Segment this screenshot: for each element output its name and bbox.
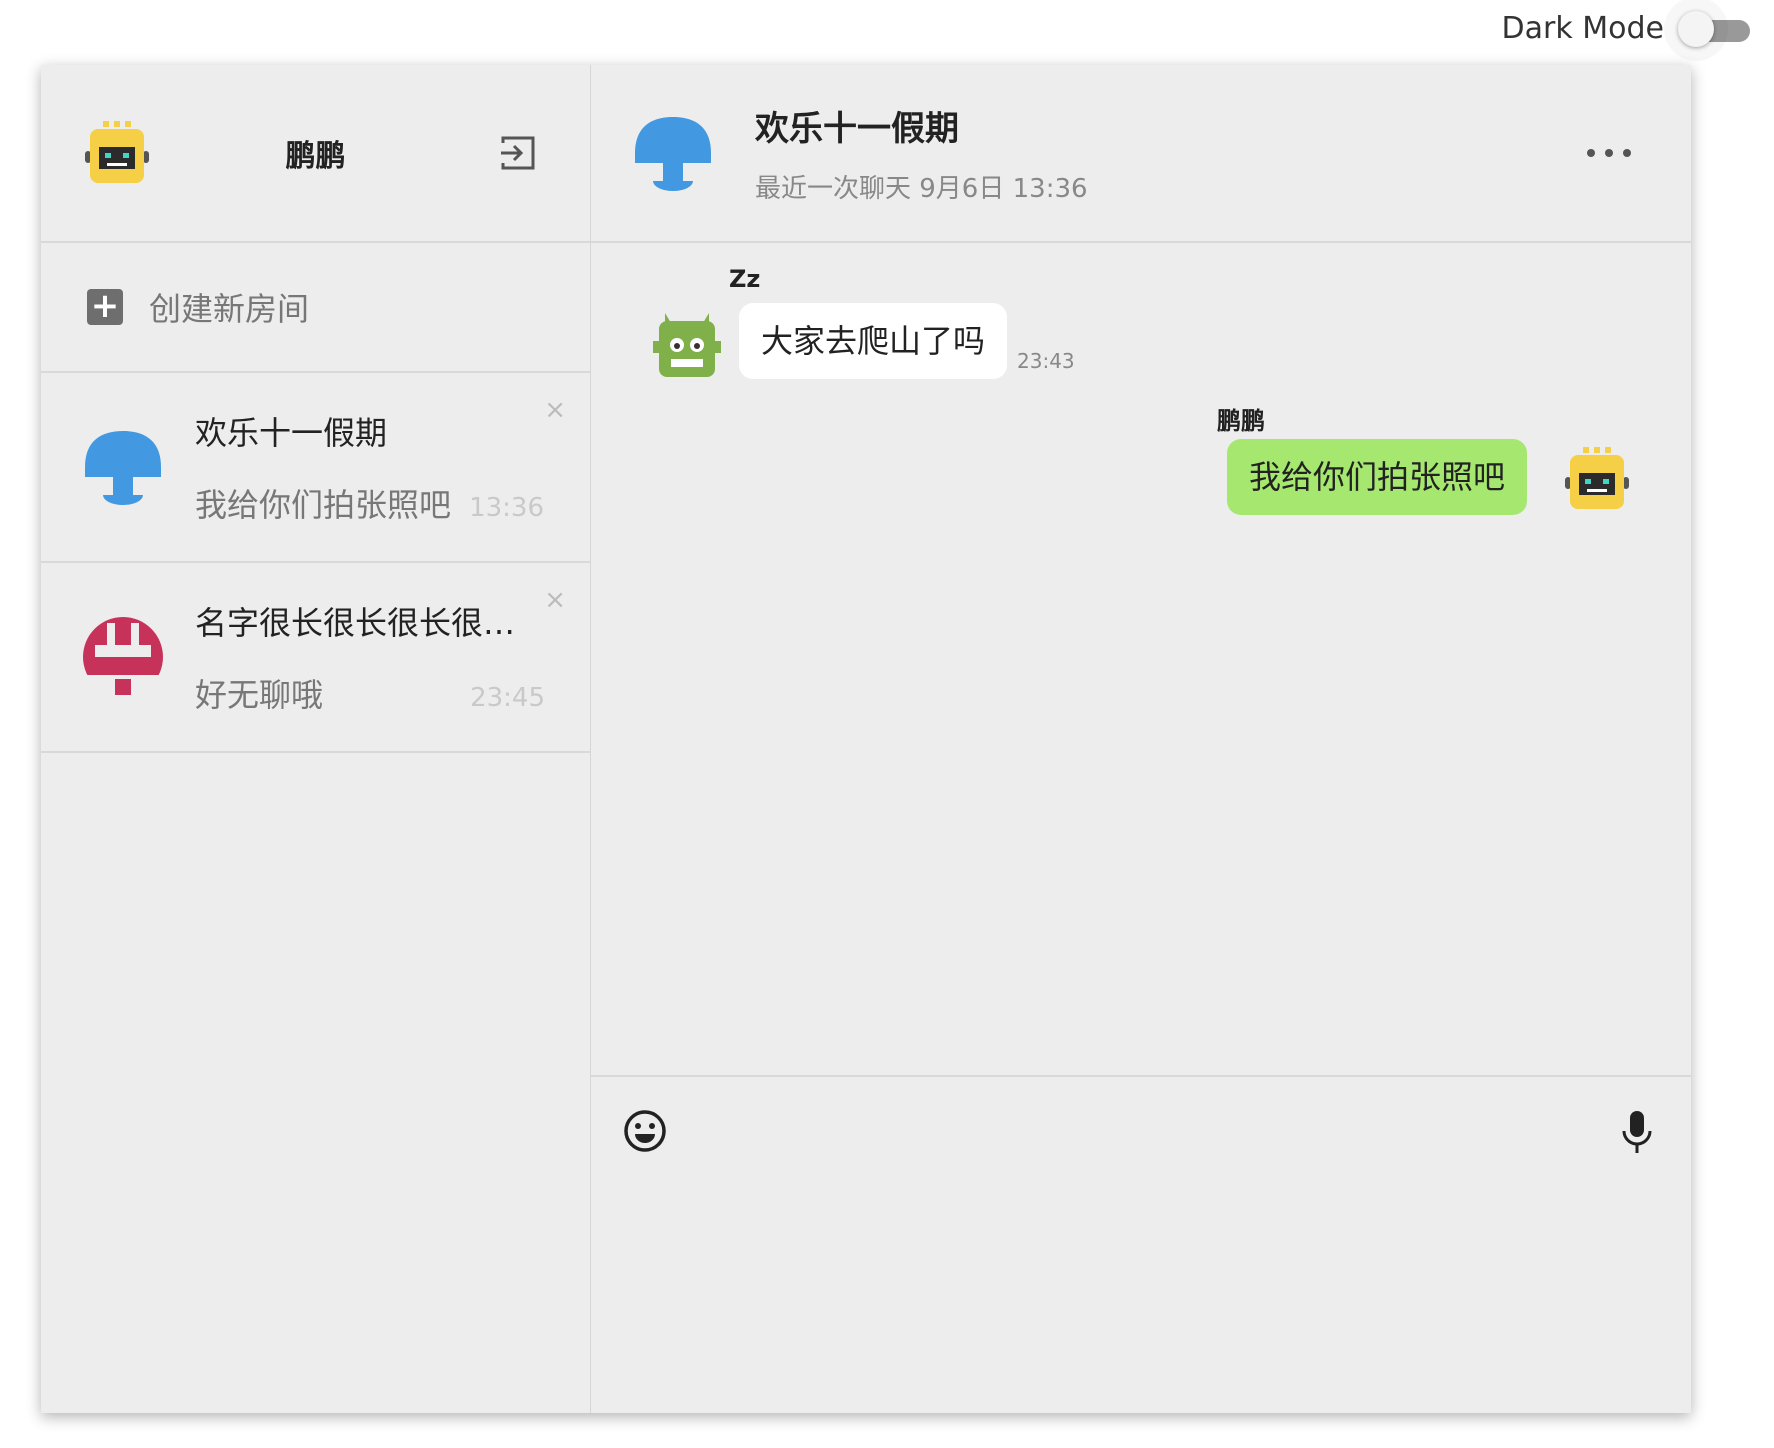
room-item[interactable]: 名字很长很长很长很长... 好无聊哦 23:45 ×: [41, 563, 590, 753]
room-text: 名字很长很长很长很长... 好无聊哦 23:45: [195, 598, 591, 716]
chat-title: 欢乐十一假期: [755, 109, 959, 149]
room-text: 欢乐十一假期 我给你们拍张照吧 13:36: [195, 408, 590, 526]
room-avatar-mushroom-icon: [85, 431, 161, 505]
sender-avatar-green-robot-icon[interactable]: [651, 309, 723, 381]
room-last-message: 我给你们拍张照吧: [195, 486, 452, 524]
message-time: 23:43: [1017, 349, 1075, 373]
room-item[interactable]: 欢乐十一假期 我给你们拍张照吧 13:36 ×: [41, 373, 590, 563]
close-room-icon[interactable]: ×: [544, 585, 566, 615]
dark-mode-toggle-wrap: Dark Mode: [1502, 8, 1754, 48]
message-bubble-incoming: 大家去爬山了吗: [739, 303, 1008, 379]
room-avatar-red-icon: [81, 617, 165, 699]
room-time: 23:45: [470, 683, 545, 713]
sidebar: 鹏鹏 + 创建新房间 欢乐十一假期 我给你们拍张照吧 13:36 × 名字很长很…: [41, 65, 591, 1413]
room-subline: 我给你们拍张照吧 13:36: [195, 480, 544, 526]
message-bubble-outgoing: 我给你们拍张照吧: [1227, 439, 1528, 515]
room-subline: 好无聊哦 23:45: [195, 670, 545, 716]
chat-header-text: 欢乐十一假期 最近一次聊天 9月6日 13:36: [755, 101, 1088, 205]
chat-panel: 欢乐十一假期 最近一次聊天 9月6日 13:36 Zz 大家去爬山了吗 23:4…: [591, 65, 1691, 1413]
logout-icon: [501, 136, 535, 170]
logout-button[interactable]: [496, 131, 540, 175]
dark-mode-label: Dark Mode: [1501, 10, 1664, 46]
microphone-icon[interactable]: [1619, 1109, 1655, 1155]
more-dot-icon: [1587, 149, 1595, 157]
more-dot-icon: [1623, 149, 1631, 157]
dark-mode-switch[interactable]: [1676, 8, 1754, 48]
chat-room-avatar-mushroom-icon: [635, 117, 711, 191]
create-room-button[interactable]: + 创建新房间: [41, 243, 590, 373]
chat-app-window: 鹏鹏 + 创建新房间 欢乐十一假期 我给你们拍张照吧 13:36 × 名字很长很…: [41, 65, 1691, 1413]
message-composer: [591, 1075, 1691, 1413]
more-dot-icon: [1605, 149, 1613, 157]
user-avatar-robot-icon[interactable]: [81, 117, 153, 189]
chat-header: 欢乐十一假期 最近一次聊天 9月6日 13:36: [591, 65, 1691, 243]
room-title: 名字很长很长很长很长...: [195, 604, 545, 642]
create-room-label: 创建新房间: [149, 290, 310, 328]
message-input[interactable]: [691, 1101, 1591, 1161]
user-profile-header: 鹏鹏: [41, 65, 590, 243]
message-list: Zz 大家去爬山了吗 23:43 鹏鹏 我给你们拍张照吧: [591, 243, 1691, 1075]
room-title: 欢乐十一假期: [195, 414, 388, 452]
chat-last-active: 最近一次聊天 9月6日 13:36: [755, 174, 1088, 204]
room-last-message: 好无聊哦: [195, 676, 324, 714]
emoji-icon[interactable]: [623, 1109, 667, 1153]
plus-icon: +: [87, 289, 123, 325]
more-options-button[interactable]: [1587, 138, 1631, 168]
own-avatar-robot-icon[interactable]: [1561, 443, 1633, 515]
switch-knob: [1678, 11, 1714, 47]
message-sender: Zz: [729, 265, 761, 293]
room-time: 13:36: [469, 493, 544, 523]
close-room-icon[interactable]: ×: [544, 395, 566, 425]
message-sender: 鹏鹏: [1217, 407, 1265, 435]
